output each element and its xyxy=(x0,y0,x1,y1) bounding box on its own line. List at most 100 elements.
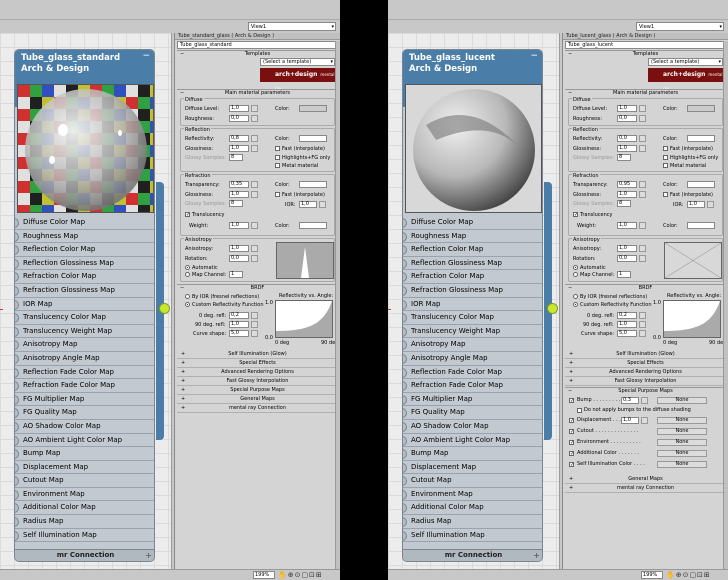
input-socket-icon[interactable] xyxy=(15,313,19,324)
mr-connection-bar[interactable]: mr Connection + xyxy=(15,549,154,561)
map-button[interactable] xyxy=(639,245,646,252)
input-socket-icon[interactable] xyxy=(15,340,19,351)
map-none-button[interactable]: None xyxy=(657,450,707,457)
map-slot[interactable]: AO Shadow Color Map xyxy=(403,419,542,434)
rollout-collapsed[interactable]: + Advanced Rendering Options xyxy=(177,368,338,377)
input-socket-icon[interactable] xyxy=(403,462,407,473)
map-enable-checkbox[interactable]: ✓ xyxy=(569,418,574,424)
checkbox[interactable] xyxy=(663,155,668,160)
map-slot[interactable]: IOR Map xyxy=(403,297,542,312)
map-slot[interactable]: Radius Map xyxy=(15,515,154,529)
map-amount-field[interactable]: 0,3 xyxy=(621,397,639,404)
checkbox[interactable] xyxy=(275,146,280,151)
map-button[interactable] xyxy=(639,181,646,188)
map-slot[interactable]: Reflection Glossiness Map xyxy=(403,256,542,271)
map-button[interactable] xyxy=(639,105,646,112)
rollout-templates[interactable]: − Templates xyxy=(565,50,726,57)
input-socket-icon[interactable] xyxy=(15,449,19,460)
map-slot[interactable]: Self Illumination Map xyxy=(15,528,154,543)
spinner-field[interactable]: 1 xyxy=(229,271,243,278)
map-slot[interactable]: Anisotropy Angle Map xyxy=(403,351,542,366)
checkbox[interactable] xyxy=(275,163,280,168)
input-socket-icon[interactable] xyxy=(15,394,19,405)
spinner-field[interactable]: 0,0 xyxy=(617,115,637,122)
rollout-collapsed[interactable]: + Advanced Rendering Options xyxy=(565,368,726,377)
rollout-brdf[interactable]: − BRDF xyxy=(565,284,726,291)
input-socket-icon[interactable] xyxy=(15,517,19,528)
rollout-collapsed[interactable]: + Fast Glossy Interpolation xyxy=(565,377,726,386)
input-socket-icon[interactable] xyxy=(403,367,407,378)
spinner-field[interactable]: 0,0 xyxy=(617,255,637,262)
input-socket-icon[interactable] xyxy=(15,476,19,487)
refraction-color-swatch[interactable] xyxy=(299,181,327,188)
map-button[interactable] xyxy=(251,191,258,198)
rollout-collapsed[interactable]: + Special Purpose Maps xyxy=(177,386,338,395)
by-ior-radio[interactable] xyxy=(185,294,190,299)
checkbox[interactable]: ✓ xyxy=(573,212,578,218)
spinner-field[interactable]: 1,0 xyxy=(617,191,637,198)
spinner-field[interactable]: 5,0 xyxy=(229,330,249,337)
map-button[interactable] xyxy=(639,135,646,142)
rollout-collapsed[interactable]: + General Maps xyxy=(177,395,338,404)
spinner-field[interactable]: 1,0 xyxy=(617,222,637,229)
map-button[interactable] xyxy=(251,115,258,122)
input-socket-icon[interactable] xyxy=(403,313,407,324)
rollout-collapsed[interactable]: + mental ray Connection xyxy=(565,484,726,493)
template-select[interactable]: (Select a template) ▾ xyxy=(648,58,723,66)
map-slot[interactable]: Refraction Glossiness Map xyxy=(403,283,542,298)
map-button[interactable] xyxy=(251,330,258,337)
map-enable-checkbox[interactable]: ✓ xyxy=(569,429,574,435)
map-button[interactable] xyxy=(707,201,714,208)
expand-icon[interactable]: + xyxy=(145,550,152,561)
map-slot[interactable]: IOR Map xyxy=(15,297,154,312)
input-socket-icon[interactable] xyxy=(15,272,19,283)
checkbox[interactable] xyxy=(663,192,668,197)
input-socket-icon[interactable] xyxy=(403,272,407,283)
map-button[interactable] xyxy=(251,181,258,188)
input-socket-icon[interactable] xyxy=(15,489,19,500)
rollout-collapsed[interactable]: + Self Illumination (Glow) xyxy=(565,350,726,359)
map-slot[interactable]: Roughness Map xyxy=(15,229,154,244)
map-button[interactable] xyxy=(639,321,646,328)
map-slot[interactable]: Additional Color Map xyxy=(15,501,154,516)
map-slot[interactable]: Roughness Map xyxy=(403,229,542,244)
map-none-button[interactable]: None xyxy=(657,397,707,404)
output-socket-icon[interactable] xyxy=(159,303,170,314)
input-socket-icon[interactable] xyxy=(15,285,19,296)
material-node[interactable]: Tube_glass_standard Arch & Design − Diffuse… xyxy=(14,49,155,562)
checkbox[interactable] xyxy=(663,146,668,151)
map-slot[interactable]: Reflection Fade Color Map xyxy=(15,365,154,380)
map-button[interactable] xyxy=(319,201,326,208)
map-slot[interactable]: Bump Map xyxy=(403,447,542,461)
automatic-radio[interactable] xyxy=(573,265,578,270)
material-node[interactable]: Tube_glass_lucent Arch & Design − Diffuse C… xyxy=(402,49,543,562)
reflection-color-swatch[interactable] xyxy=(687,135,715,142)
input-socket-icon[interactable] xyxy=(15,231,19,242)
map-none-button[interactable]: None xyxy=(657,428,707,435)
map-button[interactable] xyxy=(251,145,258,152)
map-enable-checkbox[interactable]: ✓ xyxy=(569,398,574,404)
map-channel-radio[interactable] xyxy=(185,272,190,277)
input-socket-icon[interactable] xyxy=(15,218,19,228)
map-button[interactable] xyxy=(639,115,646,122)
map-button[interactable] xyxy=(251,255,258,262)
input-socket-icon[interactable] xyxy=(15,353,19,364)
rollout-collapsed[interactable]: + Fast Glossy Interpolation xyxy=(177,377,338,386)
input-socket-icon[interactable] xyxy=(403,326,407,337)
map-slot[interactable]: Refraction Glossiness Map xyxy=(15,283,154,298)
spinner-field[interactable]: 0,35 xyxy=(229,181,249,188)
map-button[interactable] xyxy=(251,105,258,112)
map-slot[interactable]: FG Quality Map xyxy=(403,406,542,420)
map-enable-checkbox[interactable]: ✓ xyxy=(569,440,574,446)
rollout-collapsed[interactable]: + Special Effects xyxy=(565,359,726,368)
by-ior-radio[interactable] xyxy=(573,294,578,299)
map-none-button[interactable]: None xyxy=(657,439,707,446)
input-socket-icon[interactable] xyxy=(403,394,407,405)
checkbox[interactable] xyxy=(275,155,280,160)
input-socket-icon[interactable] xyxy=(15,367,19,378)
spinner-field[interactable]: 0,0 xyxy=(617,135,637,142)
rollout-collapsed[interactable]: + General Maps xyxy=(565,475,726,484)
input-socket-icon[interactable] xyxy=(15,435,19,446)
checkbox[interactable] xyxy=(275,192,280,197)
zoom-field[interactable]: 199% xyxy=(641,571,663,579)
